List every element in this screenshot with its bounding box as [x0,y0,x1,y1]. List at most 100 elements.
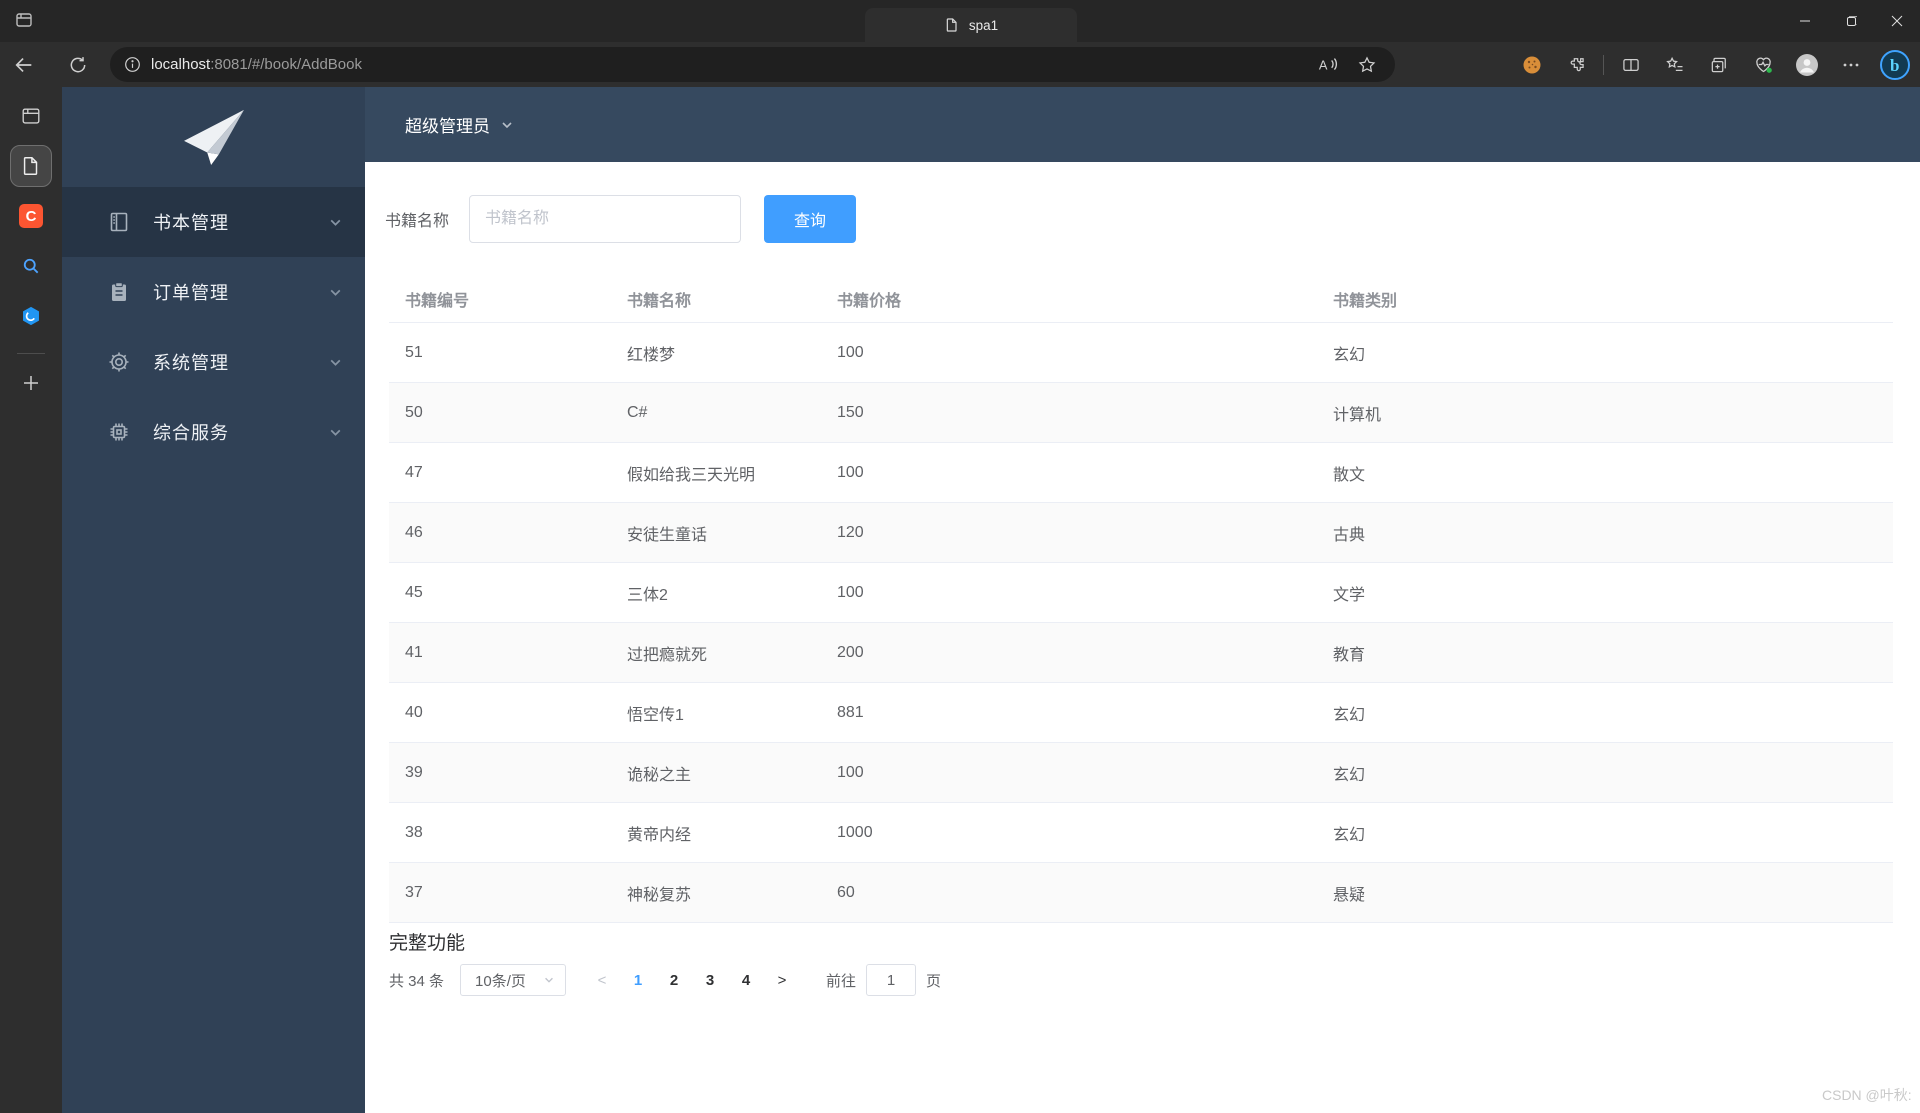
book-name-input[interactable] [469,195,742,243]
table-cell: 古典 [1333,526,1366,544]
chevron-down-icon [328,355,343,370]
page-button[interactable]: 1 [620,964,656,996]
sidebar-item-label: 系统管理 [153,353,229,373]
app-logo [62,87,365,187]
table-cell: 假如给我三天光明 [627,466,756,484]
goto-label: 前往 [826,972,857,990]
table-cell: 47 [405,463,423,481]
settings-more-icon[interactable] [1834,48,1868,82]
user-name-label: 超级管理员 [405,117,490,136]
gear-icon [107,350,131,374]
edge-sidebar-rail: C [0,87,62,1113]
sidebar-item-services[interactable]: 综合服务 [62,397,365,467]
table-cell: 120 [837,523,864,541]
page-button[interactable]: 2 [656,964,692,996]
refresh-icon[interactable] [58,47,98,83]
page-button[interactable]: 4 [728,964,764,996]
table-row: 38 黄帝内经 1000 玄幻 [389,803,1893,863]
collections-icon[interactable] [1702,48,1736,82]
workspaces-icon[interactable] [10,95,52,137]
table-cell: 黄帝内经 [627,826,692,844]
chevron-down-icon [328,215,343,230]
chevron-down-icon [328,425,343,440]
page-button[interactable]: 3 [692,964,728,996]
table-cell: 教育 [1333,646,1366,664]
book-icon [107,210,131,234]
prev-page-button[interactable]: < [584,972,620,989]
favorites-list-icon[interactable] [1658,48,1692,82]
svg-text:b: b [1890,56,1899,75]
cookie-icon[interactable] [1515,48,1549,82]
search-extension-icon[interactable] [10,245,52,287]
table-row: 37 神秘复苏 60 悬疑 [389,863,1893,923]
column-header: 书籍类别 [1333,292,1398,310]
table-cell: C# [627,403,648,421]
url-host: localhost [151,56,211,73]
toolbar-divider [1603,54,1604,75]
table-row: 46 安徒生童话 120 古典 [389,503,1893,563]
table-row: 41 过把瘾就死 200 教育 [389,623,1893,683]
rail-divider [17,353,45,354]
bing-chat-icon[interactable]: b [1878,48,1912,82]
sidebar-item-orders[interactable]: 订单管理 [62,257,365,327]
table-cell: 60 [837,883,855,901]
site-info-icon[interactable] [124,56,141,73]
user-dropdown[interactable]: 超级管理员 [405,112,514,137]
favorite-star-icon[interactable] [1357,55,1377,75]
add-to-sidebar-icon[interactable] [10,362,52,404]
goto-page-input[interactable] [866,964,917,996]
table-cell: 41 [405,643,423,661]
page-size-select[interactable]: 10条/页 [460,964,567,996]
query-button[interactable]: 查询 [764,195,857,243]
table-cell: 玄幻 [1333,706,1366,724]
page-content: 书籍名称 查询 书籍编号 书籍名称 书籍价格 书籍类别 51 红楼梦 100 玄幻 50… [365,195,1920,996]
table-row: 47 假如给我三天光明 100 散文 [389,443,1893,503]
maximize-button[interactable] [1828,0,1874,42]
table-cell: 51 [405,343,423,361]
browser-essentials-icon[interactable] [1746,48,1780,82]
csdn-icon[interactable]: C [10,195,52,237]
column-header: 书籍名称 [627,292,692,310]
table-cell: 37 [405,883,423,901]
table-cell: 红楼梦 [627,346,676,364]
read-aloud-icon[interactable]: A [1317,55,1339,75]
table-row: 51 红楼梦 100 玄幻 [389,323,1893,383]
hexagon-extension-icon[interactable] [10,295,52,337]
table-cell: 三体2 [627,586,668,604]
section-title: 完整功能 [389,933,466,954]
search-row: 书籍名称 查询 [385,195,1893,243]
minimize-button[interactable] [1782,0,1828,42]
back-icon[interactable] [4,47,44,83]
sidebar-item-system[interactable]: 系统管理 [62,327,365,397]
next-page-button[interactable]: > [764,972,800,989]
table-cell: 1000 [837,823,873,841]
sidebar-item-label: 书本管理 [153,213,229,233]
active-page-doc-icon[interactable] [10,145,52,187]
table-row: 39 诡秘之主 100 玄幻 [389,743,1893,803]
table-header-row: 书籍编号 书籍名称 书籍价格 书籍类别 [389,275,1893,323]
sidebar-item-books[interactable]: 书本管理 [62,187,365,257]
table-cell: 150 [837,403,864,421]
profile-avatar[interactable] [1790,48,1824,82]
svg-text:A: A [1319,57,1328,72]
chevron-down-icon [545,977,553,983]
tab-actions-icon[interactable] [14,10,34,30]
table-row: 45 三体2 100 文学 [389,563,1893,623]
tab-title: spa1 [968,17,999,33]
split-screen-icon[interactable] [1614,48,1648,82]
table-cell: 玄幻 [1333,826,1366,844]
close-button[interactable] [1874,0,1920,42]
table-cell: 100 [837,763,864,781]
browser-tab[interactable]: spa1 [865,8,1077,42]
page-size-value: 10条/页 [475,972,526,990]
table-cell: 玄幻 [1333,346,1366,364]
table-cell: 45 [405,583,423,601]
table-cell: 安徒生童话 [627,526,708,544]
chip-icon [107,420,131,444]
extensions-puzzle-icon[interactable] [1559,48,1593,82]
app-header: 超级管理员 [365,87,1920,162]
address-bar[interactable]: localhost:8081/#/book/AddBook A [110,47,1395,82]
table-cell: 100 [837,583,864,601]
column-header: 书籍编号 [405,292,470,310]
column-header: 书籍价格 [837,292,902,310]
